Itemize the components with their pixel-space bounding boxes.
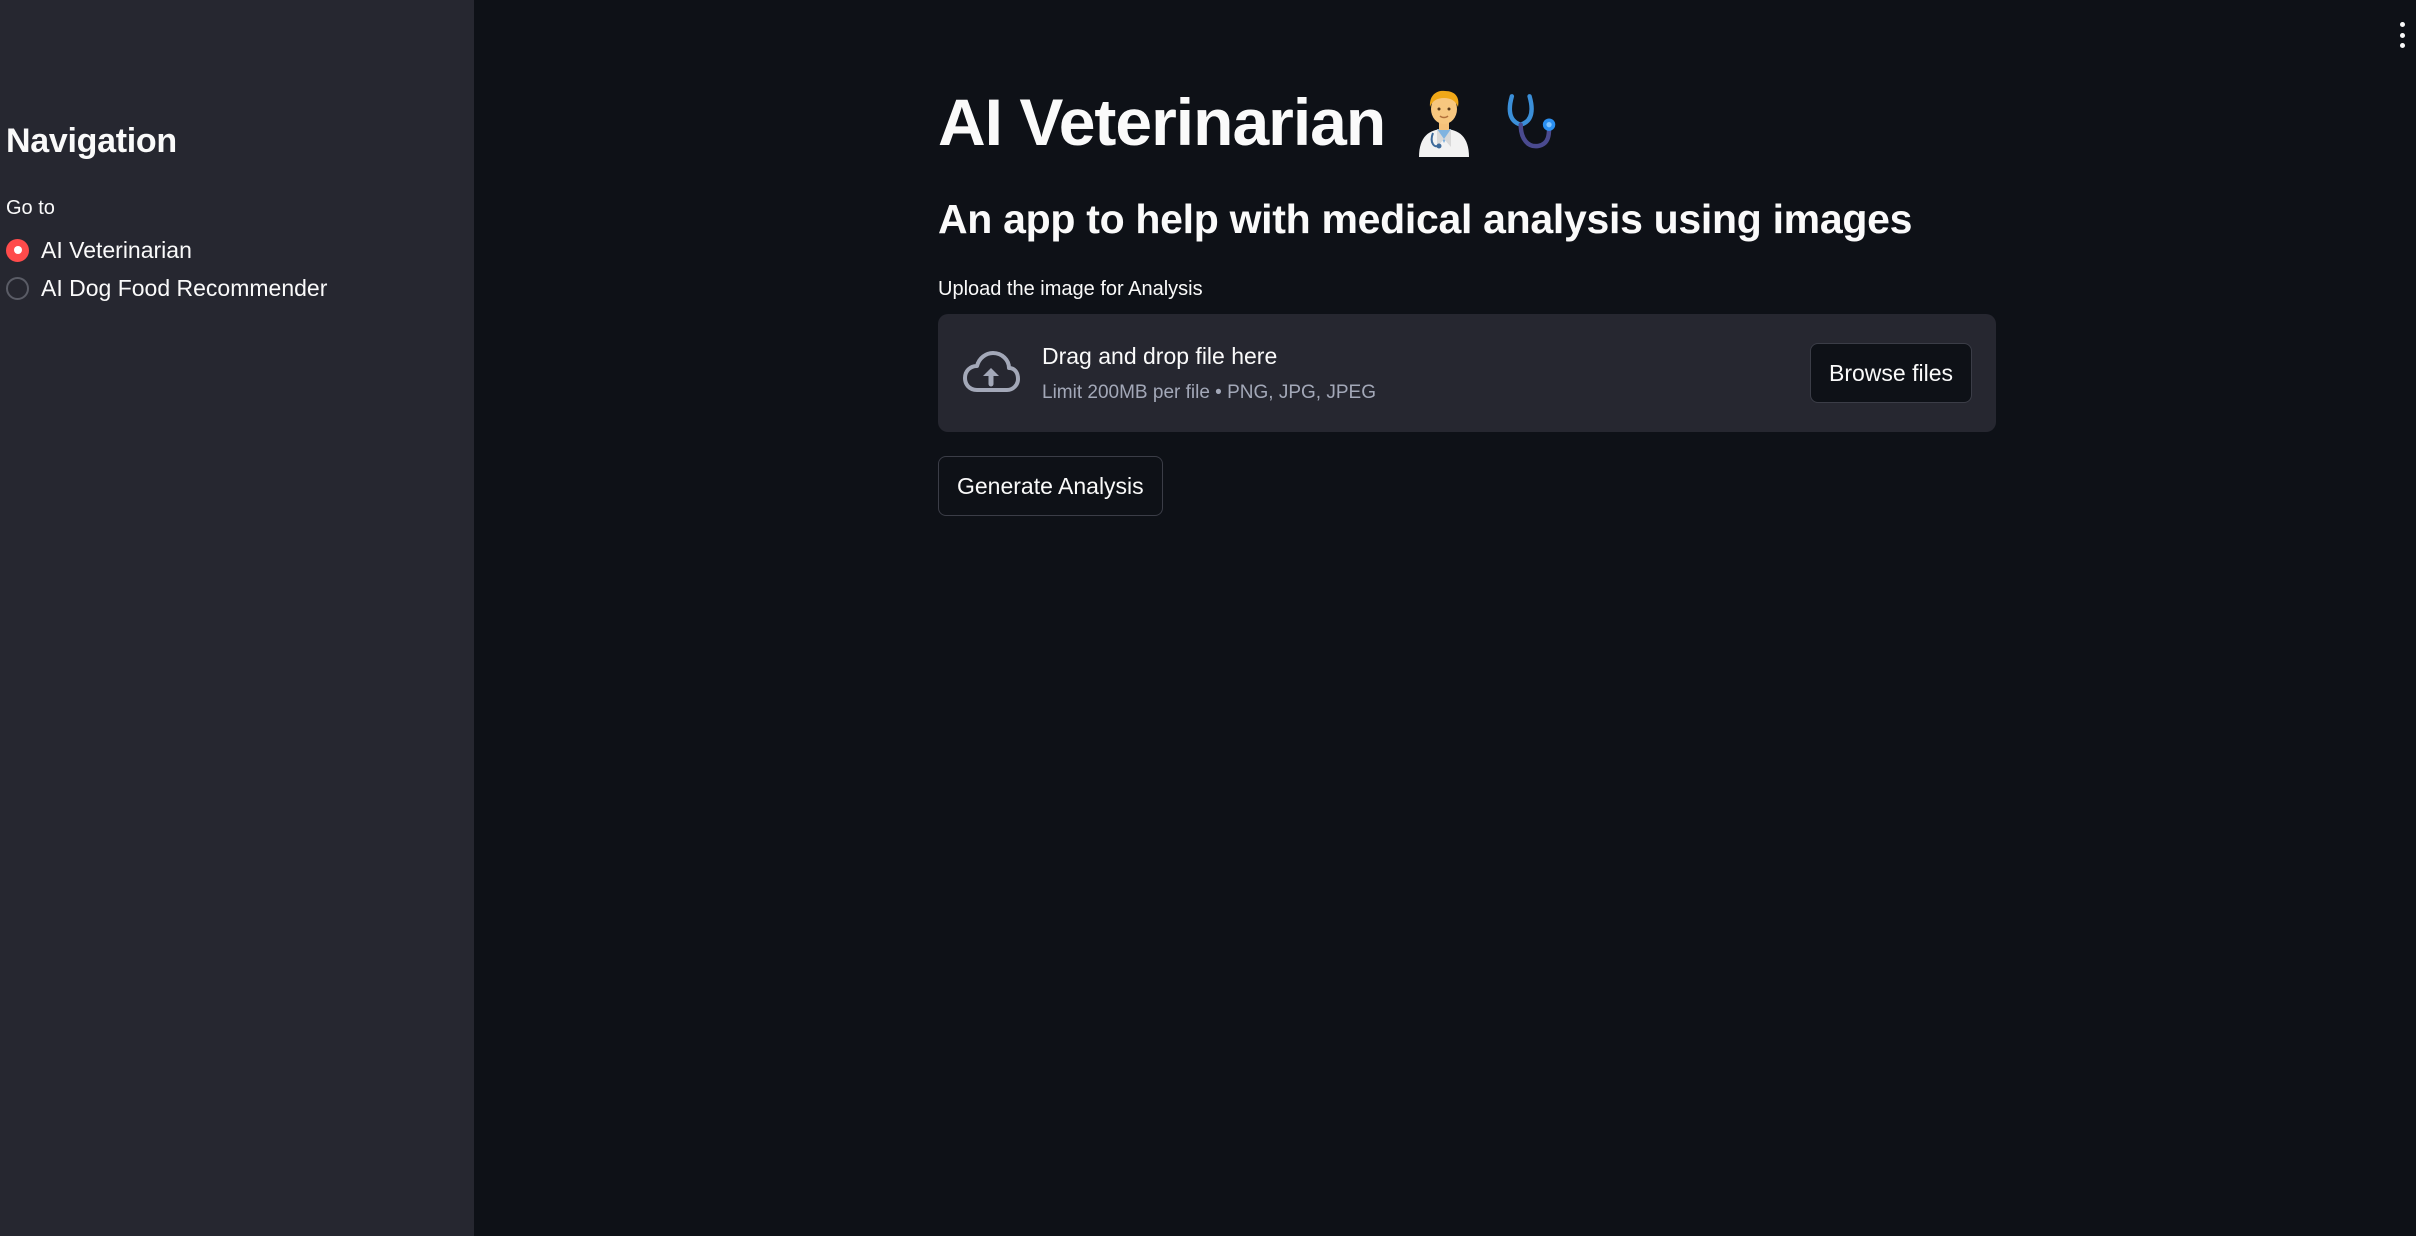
dropzone-text: Drag and drop file here Limit 200MB per … [1042,343,1376,404]
stethoscope-icon [1507,94,1556,149]
menu-dot [2399,32,2405,38]
uploader-label: Upload the image for Analysis [938,278,1203,300]
radio-unselected-icon[interactable] [6,276,29,300]
page-title-row: AI Veterinarian [938,82,1565,162]
file-dropzone[interactable]: Drag and drop file here Limit 200MB per … [938,314,1996,432]
dropzone-limits: Limit 200MB per file • PNG, JPG, JPEG [1042,381,1376,403]
cloud-upload-icon [963,351,1020,392]
browse-files-button[interactable]: Browse files [1810,343,1972,403]
main-content: AI Veterinarian An app to help with medi… [474,0,2416,1236]
sidebar: Navigation Go to AI Veterinarian AI Dog … [0,0,474,1236]
radio-option-ai-veterinarian[interactable]: AI Veterinarian [6,236,327,264]
app-root: Navigation Go to AI Veterinarian AI Dog … [0,0,2416,1236]
dropzone-instructions: Drag and drop file here [1042,342,1278,369]
page-subtitle: An app to help with medical analysis usi… [938,196,1913,242]
page-title: AI Veterinarian [938,85,1386,159]
radio-option-ai-dog-food-recommender[interactable]: AI Dog Food Recommender [6,274,327,302]
radio-option-label: AI Dog Food Recommender [41,274,328,301]
menu-dot [2399,43,2405,48]
sidebar-title: Navigation [6,122,177,160]
doctor-emoji-icon [1419,90,1470,157]
radio-selected-icon[interactable] [6,238,29,262]
radio-group-label: Go to [6,197,55,219]
radio-option-label: AI Veterinarian [41,236,192,263]
generate-analysis-button[interactable]: Generate Analysis [938,456,1163,516]
navigation-radio-group: AI Veterinarian AI Dog Food Recommender [6,236,327,302]
kebab-menu-icon[interactable] [2396,22,2408,48]
menu-dot [2399,22,2405,27]
